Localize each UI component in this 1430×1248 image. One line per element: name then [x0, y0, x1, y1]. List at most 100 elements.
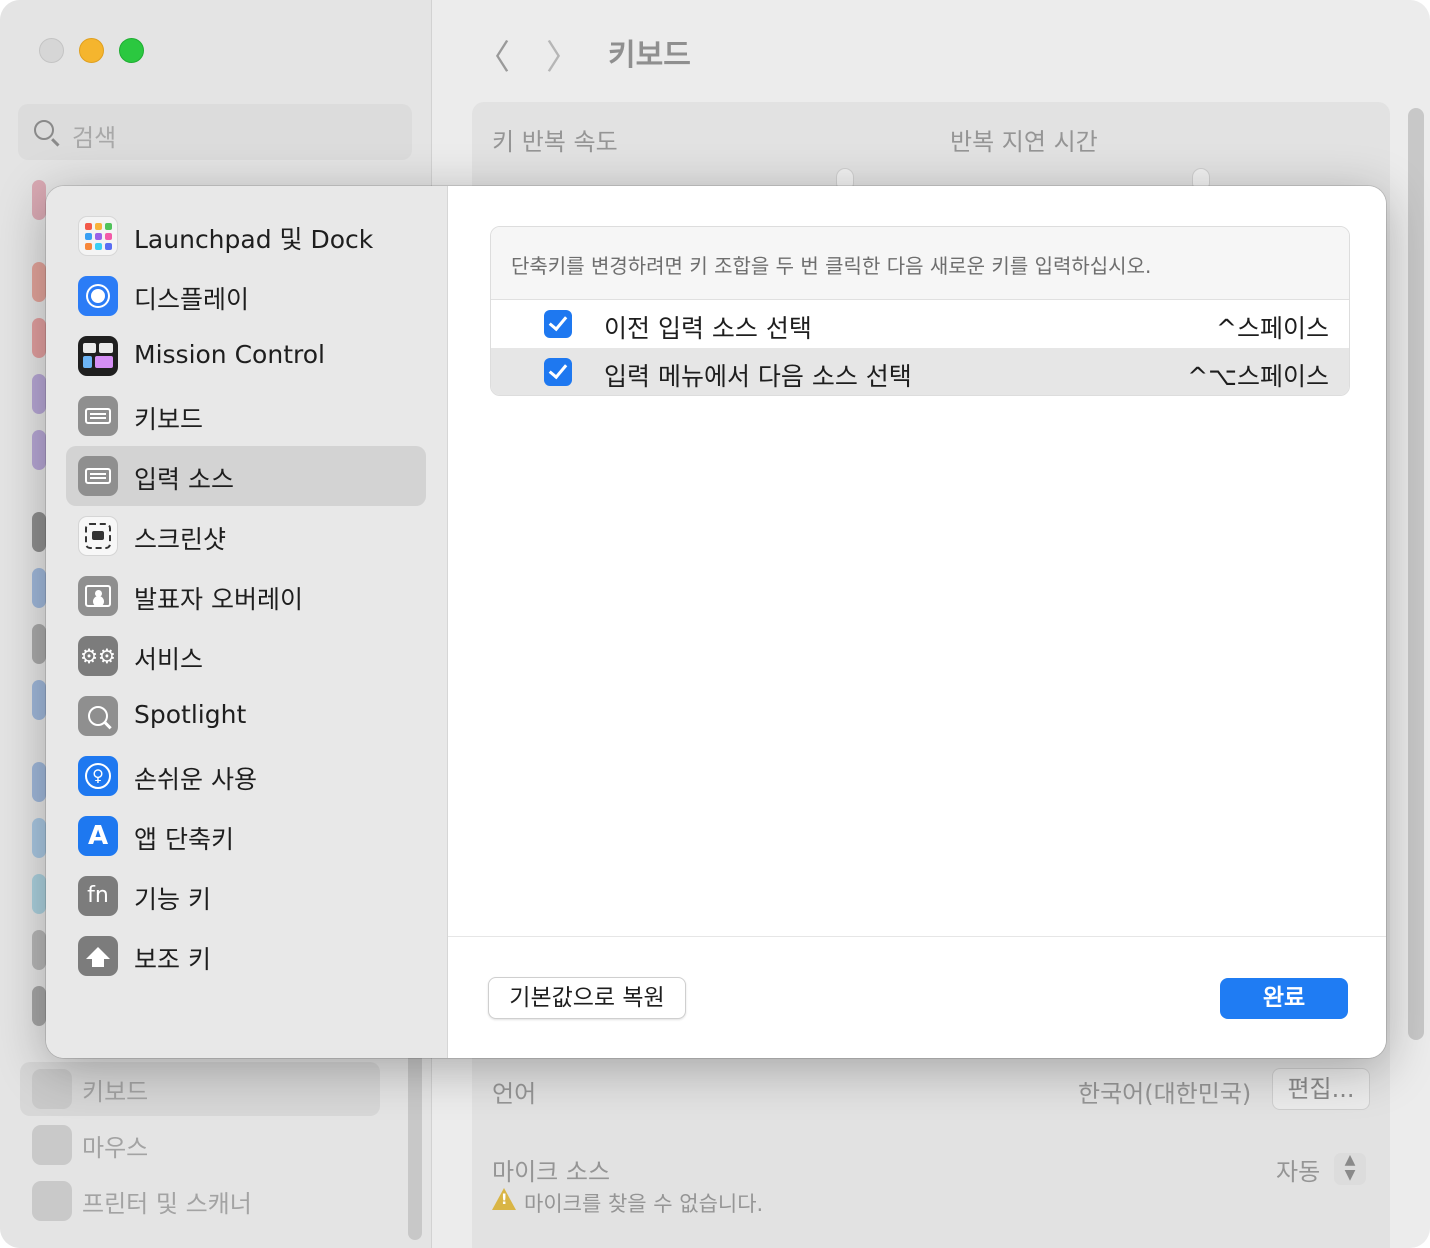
sidebar-icon-partial: [32, 680, 46, 720]
printer-icon: [32, 1181, 72, 1221]
restore-defaults-button[interactable]: 기본값으로 복원: [488, 977, 686, 1019]
search-placeholder: 검색: [72, 124, 117, 152]
back-chevron-icon[interactable]: 〈: [476, 30, 510, 79]
mission-control-icon: [78, 336, 118, 376]
services-icon: ⚙⚙: [78, 636, 118, 676]
repeat-delay-label: 반복 지연 시간: [950, 128, 1098, 156]
sidebar-icon-partial: [32, 374, 46, 414]
shortcut-keys[interactable]: ^스페이스: [1216, 309, 1329, 345]
key-repeat-label: 키 반복 속도: [492, 128, 618, 156]
shortcut-checkbox[interactable]: [544, 358, 572, 386]
category-label: 키보드: [134, 405, 204, 434]
shortcut-keys[interactable]: ^⌥스페이스: [1187, 357, 1329, 393]
input-sources-icon: [78, 456, 118, 496]
category-function-keys[interactable]: fn 기능 키: [66, 866, 426, 926]
category-label: 보조 키: [134, 945, 211, 974]
close-window-button[interactable]: [39, 38, 64, 63]
keyboard-shortcuts-sheet: Launchpad 및 Dock 디스플레이 Mission Control 키…: [46, 186, 1386, 1058]
sidebar-item-keyboard[interactable]: 키보드: [20, 1062, 380, 1116]
sidebar-item-mouse[interactable]: 마우스: [20, 1118, 380, 1172]
app-shortcuts-icon: A: [78, 816, 118, 856]
sidebar-icon-partial: [32, 262, 46, 302]
done-button[interactable]: 완료: [1220, 978, 1348, 1019]
modifier-keys-icon: [78, 936, 118, 976]
category-screenshots[interactable]: 스크린샷: [66, 506, 426, 566]
sidebar-item-label: 프린터 및 스캐너: [82, 1189, 252, 1218]
shortcut-checkbox[interactable]: [544, 310, 572, 338]
mic-source-stepper[interactable]: ▲ ▼: [1334, 1153, 1366, 1185]
category-mission-control[interactable]: Mission Control: [66, 326, 426, 386]
sidebar-icon-partial: [32, 762, 46, 802]
shortcut-category-list: Launchpad 및 Dock 디스플레이 Mission Control 키…: [46, 186, 448, 1058]
sidebar-item-label: 키보드: [82, 1077, 149, 1106]
search-input[interactable]: 검색: [18, 104, 412, 160]
accessibility-icon: ♀: [78, 756, 118, 796]
sidebar-icon-partial: [32, 930, 46, 970]
shortcut-row[interactable]: 이전 입력 소스 선택 ^스페이스: [491, 300, 1349, 348]
sidebar-item-label: 마우스: [82, 1133, 149, 1162]
forward-chevron-icon[interactable]: 〉: [546, 30, 580, 79]
sheet-footer: 기본값으로 복원 완료: [448, 936, 1386, 1058]
mic-warning-text: 마이크를 찾을 수 없습니다.: [524, 1192, 764, 1216]
display-icon: [78, 276, 118, 316]
sidebar-icon-partial: [32, 624, 46, 664]
sidebar-scrollbar[interactable]: [408, 1050, 422, 1240]
category-services[interactable]: ⚙⚙ 서비스: [66, 626, 426, 686]
edit-button[interactable]: 편집...: [1272, 1068, 1370, 1110]
sidebar-item-printers[interactable]: 프린터 및 스캐너: [20, 1174, 380, 1228]
launchpad-icon: [78, 216, 118, 256]
sidebar-icon-partial: [32, 818, 46, 858]
sidebar-icon-partial: [32, 512, 46, 552]
category-label: 발표자 오버레이: [134, 585, 303, 614]
category-label: 디스플레이: [134, 285, 250, 314]
language-value: 한국어(대한민국): [1078, 1080, 1252, 1108]
minimize-window-button[interactable]: [79, 38, 104, 63]
shortcut-hint-text: 단축키를 변경하려면 키 조합을 두 번 클릭한 다음 새로운 키를 입력하십시…: [511, 254, 1152, 278]
spotlight-icon: [78, 696, 118, 736]
sidebar-icon-partial: [32, 986, 46, 1026]
mic-source-value[interactable]: 자동: [1276, 1152, 1320, 1187]
mouse-icon: [32, 1125, 72, 1165]
warning-icon: [492, 1188, 516, 1210]
category-label: 손쉬운 사용: [134, 765, 257, 794]
category-label: 서비스: [134, 645, 204, 674]
keyboard-icon: [32, 1069, 72, 1109]
page-title: 키보드: [608, 38, 691, 73]
category-keyboard[interactable]: 키보드: [66, 386, 426, 446]
category-spotlight[interactable]: Spotlight: [66, 686, 426, 746]
zoom-window-button[interactable]: [119, 38, 144, 63]
category-presenter-overlay[interactable]: 발표자 오버레이: [66, 566, 426, 626]
category-app-shortcuts[interactable]: A 앱 단축키: [66, 806, 426, 866]
category-label: Launchpad 및 Dock: [134, 225, 374, 254]
search-icon: [34, 120, 54, 140]
shortcut-table: 단축키를 변경하려면 키 조합을 두 번 클릭한 다음 새로운 키를 입력하십시…: [490, 226, 1350, 396]
category-display[interactable]: 디스플레이: [66, 266, 426, 326]
category-accessibility[interactable]: ♀ 손쉬운 사용: [66, 746, 426, 806]
category-label: Spotlight: [134, 700, 247, 729]
keyboard-icon: [78, 396, 118, 436]
category-modifier-keys[interactable]: 보조 키: [66, 926, 426, 986]
category-label: 앱 단축키: [134, 825, 234, 854]
sidebar-icon-partial: [32, 318, 46, 358]
category-input-sources[interactable]: 입력 소스: [66, 446, 426, 506]
shortcut-label: 입력 메뉴에서 다음 소스 선택: [604, 362, 912, 391]
category-label: 기능 키: [134, 885, 211, 914]
sidebar-icon-partial: [32, 874, 46, 914]
sidebar-icon-partial: [32, 430, 46, 470]
screenshot-icon: [78, 516, 118, 556]
category-launchpad-dock[interactable]: Launchpad 및 Dock: [66, 206, 426, 266]
shortcut-label: 이전 입력 소스 선택: [604, 314, 812, 343]
language-label: 언어: [492, 1080, 537, 1108]
presenter-overlay-icon: [78, 576, 118, 616]
shortcut-detail-pane: 단축키를 변경하려면 키 조합을 두 번 클릭한 다음 새로운 키를 입력하십시…: [448, 186, 1386, 1058]
shortcut-row[interactable]: 입력 메뉴에서 다음 소스 선택 ^⌥스페이스: [491, 348, 1349, 395]
shortcut-hint-row: 단축키를 변경하려면 키 조합을 두 번 클릭한 다음 새로운 키를 입력하십시…: [491, 227, 1349, 300]
category-label: Mission Control: [134, 340, 325, 369]
category-label: 스크린샷: [134, 525, 227, 554]
function-keys-icon: fn: [78, 876, 118, 916]
panel-scrollbar[interactable]: [1408, 108, 1424, 1040]
sidebar-icon-partial: [32, 568, 46, 608]
category-label: 입력 소스: [134, 465, 234, 494]
mic-source-label: 마이크 소스: [492, 1158, 611, 1186]
sidebar-icon-partial: [32, 180, 46, 220]
